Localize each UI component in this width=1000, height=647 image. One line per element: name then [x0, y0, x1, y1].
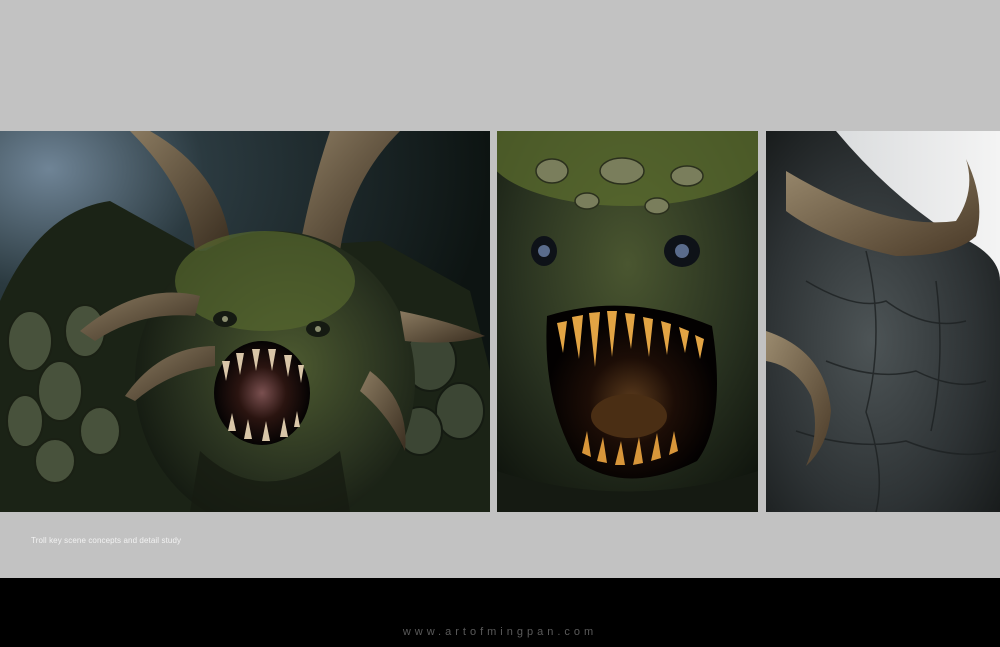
troll-mouth-detail-image: [497, 131, 758, 512]
image-caption: Troll key scene concepts and detail stud…: [31, 536, 182, 545]
troll-horn-detail-image: [766, 131, 1000, 512]
website-footer: www.artofmingpan.com: [402, 626, 598, 638]
troll-full-head-image: [0, 131, 490, 512]
